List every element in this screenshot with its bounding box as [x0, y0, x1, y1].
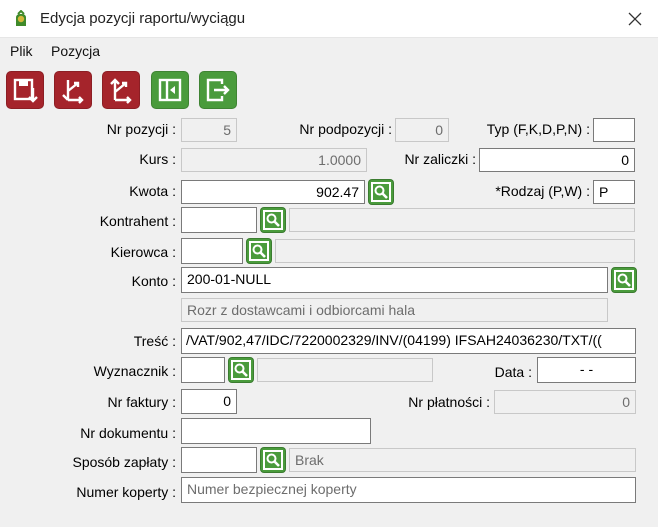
konto-lookup-button[interactable]: [611, 267, 637, 293]
close-button[interactable]: [620, 6, 650, 32]
search-icon: [614, 270, 634, 290]
close-icon: [628, 12, 642, 26]
nr-podpozycji-field: 0: [395, 118, 449, 142]
kierowca-lookup-button[interactable]: [246, 238, 272, 264]
app-logo-icon: [16, 10, 26, 26]
nr-dokumentu-label: Nr dokumentu :: [80, 425, 176, 441]
wyznacznik-label: Wyznacznik :: [93, 363, 176, 379]
nr-platnosci-field: 0: [494, 390, 636, 414]
rodzaj-label: *Rodzaj (P,W) :: [495, 183, 590, 199]
search-icon: [249, 241, 269, 261]
sposob-zaplaty-field[interactable]: [181, 447, 257, 473]
kwota-label: Kwota :: [129, 183, 176, 199]
wyznacznik-lookup-button[interactable]: [228, 357, 254, 383]
nr-dokumentu-field[interactable]: [181, 418, 371, 444]
typ-field[interactable]: [593, 118, 635, 142]
search-icon: [371, 182, 391, 202]
title-bar: Edycja pozycji raportu/wyciągu: [0, 0, 658, 38]
nr-faktury-label: Nr faktury :: [107, 394, 176, 410]
kurs-field: 1.0000: [181, 148, 367, 172]
branch-down-icon: [62, 80, 84, 104]
rodzaj-field[interactable]: P: [593, 180, 635, 204]
save-button[interactable]: [6, 71, 44, 109]
menu-bar: Plik Pozycja: [0, 38, 658, 64]
kwota-field[interactable]: 902.47: [181, 180, 365, 204]
save-icon: [13, 78, 38, 103]
search-icon: [263, 210, 283, 230]
sposob-zaplaty-lookup-button[interactable]: [260, 447, 286, 473]
numer-koperty-label: Numer koperty :: [76, 484, 176, 500]
konto-field[interactable]: 200-01-NULL: [181, 267, 608, 293]
first-record-button[interactable]: [151, 71, 189, 109]
kontrahent-lookup-button[interactable]: [260, 207, 286, 233]
search-icon: [263, 450, 283, 470]
branch-up-icon: [110, 78, 132, 104]
numer-koperty-field[interactable]: Numer bezpiecznej koperty: [181, 477, 636, 503]
sposob-zaplaty-description: Brak: [289, 448, 636, 472]
first-icon: [158, 78, 182, 102]
window-title: Edycja pozycji raportu/wyciągu: [40, 10, 246, 27]
exit-icon: [206, 78, 230, 102]
kierowca-description: [275, 239, 635, 263]
add-position-button[interactable]: [102, 71, 140, 109]
typ-label: Typ (F,K,D,P,N) :: [486, 121, 590, 137]
kurs-label: Kurs :: [139, 151, 176, 167]
tresc-label: Treść :: [133, 333, 176, 349]
kontrahent-label: Kontrahent :: [99, 213, 176, 229]
data-label: Data :: [494, 364, 532, 380]
kontrahent-description: [289, 208, 635, 232]
nr-platnosci-label: Nr płatności :: [408, 394, 490, 410]
kontrahent-field[interactable]: [181, 207, 257, 233]
konto-description: Rozr z dostawcami i odbiorcami hala: [181, 298, 608, 322]
nr-zaliczki-label: Nr zaliczki :: [404, 151, 476, 167]
wyznacznik-description: [257, 358, 433, 382]
data-field[interactable]: - -: [537, 357, 636, 383]
menu-position[interactable]: Pozycja: [51, 43, 100, 59]
nr-pozycji-field: 5: [181, 118, 237, 142]
kierowca-field[interactable]: [181, 238, 243, 264]
nr-faktury-field[interactable]: 0: [181, 389, 237, 414]
sposob-zaplaty-label: Sposób zapłaty :: [72, 454, 176, 470]
nr-zaliczki-field[interactable]: 0: [479, 148, 635, 172]
kierowca-label: Kierowca :: [110, 244, 176, 260]
search-icon: [231, 360, 251, 380]
wyznacznik-field[interactable]: [181, 357, 225, 383]
menu-file[interactable]: Plik: [10, 43, 33, 59]
nr-pozycji-label: Nr pozycji :: [106, 121, 176, 137]
add-subposition-button[interactable]: [54, 71, 92, 109]
nr-podpozycji-label: Nr podpozycji :: [299, 121, 392, 137]
tresc-field[interactable]: /VAT/902,47/IDC/7220002329/INV/(04199) I…: [181, 328, 636, 354]
konto-label: Konto :: [131, 273, 176, 289]
exit-button[interactable]: [199, 71, 237, 109]
kwota-lookup-button[interactable]: [368, 179, 394, 205]
